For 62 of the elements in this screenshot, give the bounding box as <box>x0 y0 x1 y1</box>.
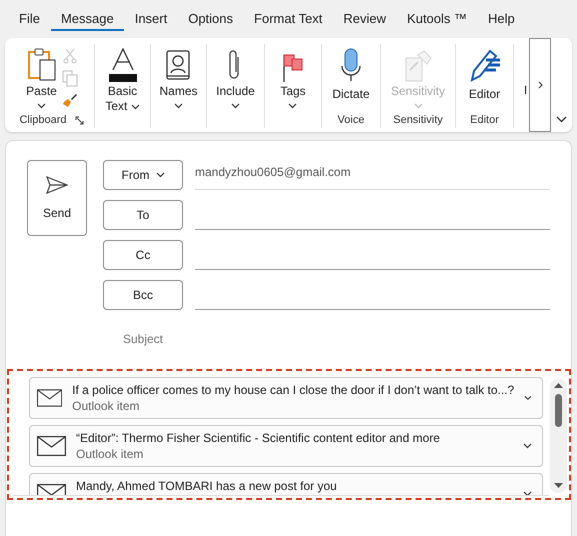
microphone-icon <box>340 48 362 82</box>
attachment-item[interactable]: Mandy, Ahmed TOMBARI has a new post for you <box>29 473 543 495</box>
ribbon-button[interactable]: Tags <box>280 44 306 112</box>
attachment-type: Outlook item <box>72 399 141 413</box>
chevron-down-icon <box>524 395 532 401</box>
ribbon-button[interactable]: I <box>524 83 528 98</box>
send-button[interactable]: Send <box>27 160 87 236</box>
caret-icon <box>230 103 240 109</box>
menu-tab[interactable]: Message <box>50 9 124 31</box>
chevron-down-icon <box>156 172 164 178</box>
menu-tab[interactable]: Help <box>478 9 525 31</box>
brush-icon <box>62 92 78 108</box>
flag-icon <box>282 54 304 82</box>
caret-icon <box>174 103 183 109</box>
attachment-type: Outlook item <box>76 447 144 461</box>
menu-tab[interactable]: Format Text <box>244 9 332 31</box>
caret-icon <box>37 103 46 109</box>
subject-label: Subject <box>122 332 164 346</box>
envelope-icon <box>37 388 62 408</box>
scrollbar[interactable] <box>550 379 567 493</box>
small-ribbon-button[interactable] <box>62 92 78 108</box>
ribbon-button[interactable]: Include <box>216 44 255 112</box>
ribbon-button[interactable]: Editor <box>468 44 502 112</box>
envelope-icon <box>37 436 66 456</box>
ribbon-button[interactable]: Names <box>159 44 198 112</box>
group-label: Clipboard <box>19 114 67 126</box>
caret-icon <box>130 104 140 110</box>
attachment-item[interactable]: “Editor”: Thermo Fisher Scientific - Scientific content editor and more Outlook item <box>29 425 543 467</box>
attachment-title: Mandy, Ahmed TOMBARI has a new post for you <box>76 479 338 493</box>
recipient-button[interactable]: Bcc <box>103 280 183 310</box>
send-icon <box>46 176 68 194</box>
scissors-icon <box>62 48 76 64</box>
attachment-title: If a police officer comes to my house can I close the door if I don’t want to talk to...? <box>72 383 514 397</box>
address-book-icon <box>165 50 192 82</box>
more-commands-button[interactable] <box>529 38 551 132</box>
menu-tab[interactable]: Kutools ™ <box>397 9 478 31</box>
document-tag-icon <box>404 50 432 82</box>
paste-icon <box>26 46 58 82</box>
copy-icon <box>62 70 78 87</box>
recipient-button[interactable]: To <box>103 200 183 230</box>
ribbon-button[interactable]: Dictate <box>332 44 370 112</box>
menu-tab[interactable]: Review <box>333 9 396 31</box>
group-label: Editor <box>470 114 499 126</box>
chevron-right-icon <box>538 81 542 89</box>
menu-tab[interactable]: Insert <box>124 9 178 31</box>
font-color-icon <box>108 48 138 82</box>
attachment-item[interactable]: If a police officer comes to my house can I close the door if I don’t want to talk to...? Outlook item <box>29 377 543 419</box>
menu-tab[interactable]: File <box>9 9 50 31</box>
menu-tab[interactable]: Options <box>178 9 244 31</box>
pen-icon <box>468 48 502 82</box>
group-label: Voice <box>338 114 364 126</box>
attachment-title: “Editor”: Thermo Fisher Scientific - Scientific content editor and more <box>76 431 441 445</box>
caret-icon <box>288 103 298 109</box>
ribbon-button[interactable]: Basic Text <box>102 44 142 114</box>
dialog-launcher-icon[interactable] <box>74 116 84 124</box>
ribbon-button[interactable]: Paste <box>26 44 58 112</box>
recipient-button[interactable]: Cc <box>103 240 183 270</box>
collapse-ribbon-icon[interactable] <box>556 116 567 123</box>
group-label: Sensitivity <box>393 114 443 126</box>
from-button[interactable]: From <box>103 160 183 190</box>
caret-icon <box>414 103 422 109</box>
chevron-down-icon <box>523 443 532 449</box>
